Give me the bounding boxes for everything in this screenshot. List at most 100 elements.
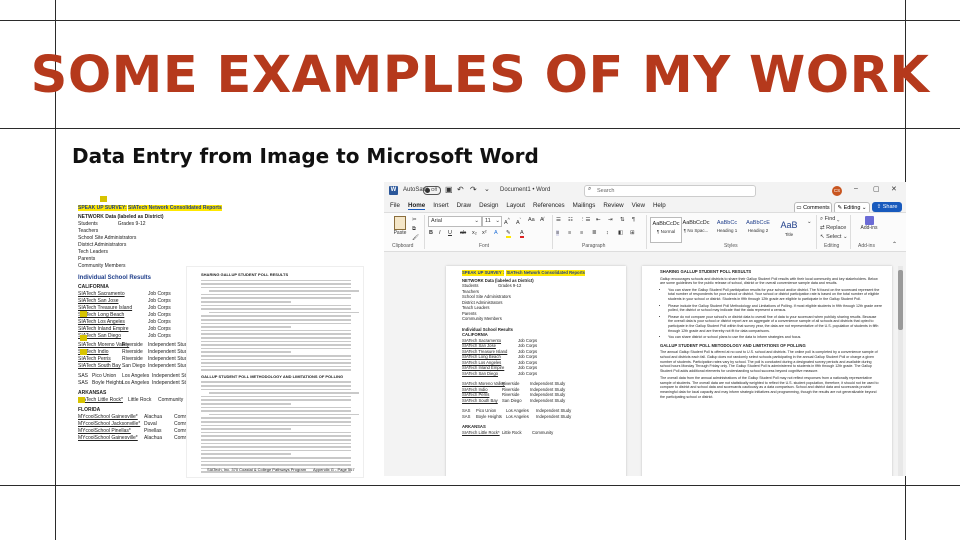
format-painter-icon[interactable]: 🖌: [412, 235, 419, 241]
text-line: [201, 399, 351, 401]
styles-more-icon[interactable]: ⌄: [807, 219, 812, 225]
text-line: [201, 351, 291, 353]
text-line: [201, 442, 351, 445]
word-page-1: SPEAK UP SURVEY : SIATech Network Consol…: [446, 266, 626, 476]
doc-title: Document1 • Word: [500, 187, 551, 193]
minimize-icon[interactable]: –: [854, 185, 858, 192]
style-preview: AaBbCcDc: [682, 220, 710, 226]
text-effects-icon[interactable]: A: [494, 230, 498, 236]
list-cell: SIATech Little Rock*: [462, 429, 500, 435]
bold-icon[interactable]: B: [429, 230, 433, 236]
list-cell: MYcoolSchool Gainesville*: [78, 435, 138, 441]
undo-icon[interactable]: ↶: [457, 185, 464, 194]
doc-ca2-list: SIATech Moreno Valley Riverside Independen…: [462, 381, 622, 403]
style-title[interactable]: AaB Title: [774, 217, 804, 241]
shrink-font-icon[interactable]: Aˇ: [516, 217, 521, 226]
text-line: [201, 329, 351, 332]
strikethrough-icon[interactable]: ab: [460, 230, 466, 236]
style-heading-1[interactable]: AaBbCc Heading 1: [712, 217, 742, 241]
paste-button[interactable]: Paste: [392, 216, 408, 236]
find-button[interactable]: ⌕ Find ⌄: [820, 216, 839, 223]
style--no-spac-[interactable]: AaBbCcDc ¶ No Spac...: [681, 217, 711, 241]
ribbon-collapse-icon[interactable]: ⌃: [892, 241, 897, 248]
highlight-icon[interactable]: ✎: [506, 230, 511, 238]
style-name: Heading 1: [716, 228, 738, 233]
bullets-icon[interactable]: ☰: [556, 217, 561, 223]
style-name: Title: [784, 232, 794, 237]
tab-review[interactable]: Review: [603, 202, 623, 209]
maximize-icon[interactable]: ▢: [873, 185, 880, 193]
close-icon[interactable]: ✕: [891, 185, 897, 193]
justify-icon[interactable]: ≣: [592, 230, 597, 236]
list-cell: Job Corps: [148, 312, 171, 318]
multilevel-icon[interactable]: ⋮☰: [580, 217, 590, 223]
numbering-icon[interactable]: ☷: [568, 217, 573, 223]
avatar[interactable]: CS: [832, 186, 842, 196]
style-preview: AaBbCcDc: [652, 221, 680, 227]
redo-icon[interactable]: ↷: [470, 185, 477, 194]
tab-view[interactable]: View: [632, 202, 645, 209]
text-line: [201, 449, 351, 452]
cut-icon[interactable]: ✂: [412, 217, 417, 223]
style-preview: AaB: [780, 220, 798, 230]
addins-button[interactable]: Add-ins: [856, 216, 882, 231]
replace-button[interactable]: ⇄ Replace: [820, 225, 846, 231]
search-icon: ⌕: [588, 186, 592, 192]
save-icon[interactable]: ▣: [445, 185, 453, 194]
list-cell: Job Corps: [148, 305, 171, 311]
paste-icon: [394, 216, 406, 230]
select-button[interactable]: ↖ Select ⌄: [820, 234, 848, 240]
shading-icon[interactable]: ◧: [618, 230, 623, 236]
font-color-icon[interactable]: A: [520, 230, 524, 238]
sort-icon[interactable]: ⇅: [620, 217, 625, 223]
subscript-icon[interactable]: x₂: [472, 230, 477, 236]
vertical-scrollbar[interactable]: [898, 266, 903, 476]
tab-references[interactable]: References: [533, 202, 565, 209]
decrease-indent-icon[interactable]: ⇤: [596, 217, 601, 223]
share-button[interactable]: ⇪ Share: [872, 202, 902, 212]
align-left-icon[interactable]: ≡: [556, 230, 560, 236]
sticky-note-icon: [80, 311, 87, 317]
copy-icon[interactable]: ⧉: [412, 226, 416, 233]
word-page-2: SHARING GALLUP STUDENT POLL RESULTS Gall…: [642, 266, 892, 476]
list-cell: SIATech Moreno Valley: [78, 342, 130, 348]
tab-mailings[interactable]: Mailings: [573, 202, 596, 209]
show-marks-icon[interactable]: ¶: [632, 217, 635, 223]
clear-format-icon[interactable]: A̸: [540, 217, 544, 223]
tab-layout[interactable]: Layout: [506, 202, 525, 209]
line-spacing-icon[interactable]: ↕: [606, 230, 609, 236]
scan-heading-tail: SIATech Network Consolidated Reports: [128, 205, 222, 211]
underline-icon[interactable]: U: [448, 230, 452, 236]
borders-icon[interactable]: ⊞: [630, 230, 635, 236]
style-heading-2[interactable]: AaBbCcE Heading 2: [743, 217, 773, 241]
qat-more-icon[interactable]: ⌄: [484, 185, 490, 193]
autosave-toggle[interactable]: Off: [423, 186, 441, 195]
text-line: [201, 304, 351, 307]
grow-font-icon[interactable]: A^: [504, 217, 510, 226]
text-line: [201, 417, 351, 419]
font-size-select[interactable]: 11 ⌄: [482, 216, 502, 227]
tab-file[interactable]: File: [390, 202, 400, 209]
tab-design[interactable]: Design: [479, 202, 498, 209]
text-line: [201, 435, 351, 437]
style--normal[interactable]: AaBbCcDc ¶ Normal: [650, 217, 682, 243]
group-label-styles: Styles: [724, 243, 738, 249]
tab-insert[interactable]: Insert: [433, 202, 448, 209]
text-line: [201, 354, 351, 357]
superscript-icon[interactable]: x²: [482, 230, 487, 236]
change-case-icon[interactable]: Aa: [528, 217, 535, 223]
replace-icon: ⇄: [820, 225, 825, 231]
list-cell: Alachua: [144, 435, 163, 441]
italic-icon[interactable]: I: [439, 230, 441, 236]
search-box[interactable]: ⌕ Search: [584, 185, 756, 197]
tab-home[interactable]: Home: [407, 202, 426, 210]
text-line: [201, 333, 351, 335]
align-right-icon[interactable]: ≡: [580, 230, 583, 236]
align-center-icon[interactable]: ≡: [568, 230, 571, 236]
tab-help[interactable]: Help: [653, 202, 666, 209]
tab-draw[interactable]: Draw: [457, 202, 471, 209]
font-name-select[interactable]: Arial ⌄: [428, 216, 482, 227]
text-line: [201, 347, 351, 350]
increase-indent-icon[interactable]: ⇥: [608, 217, 613, 223]
list-cell: SIATech Long Beach: [78, 312, 125, 318]
